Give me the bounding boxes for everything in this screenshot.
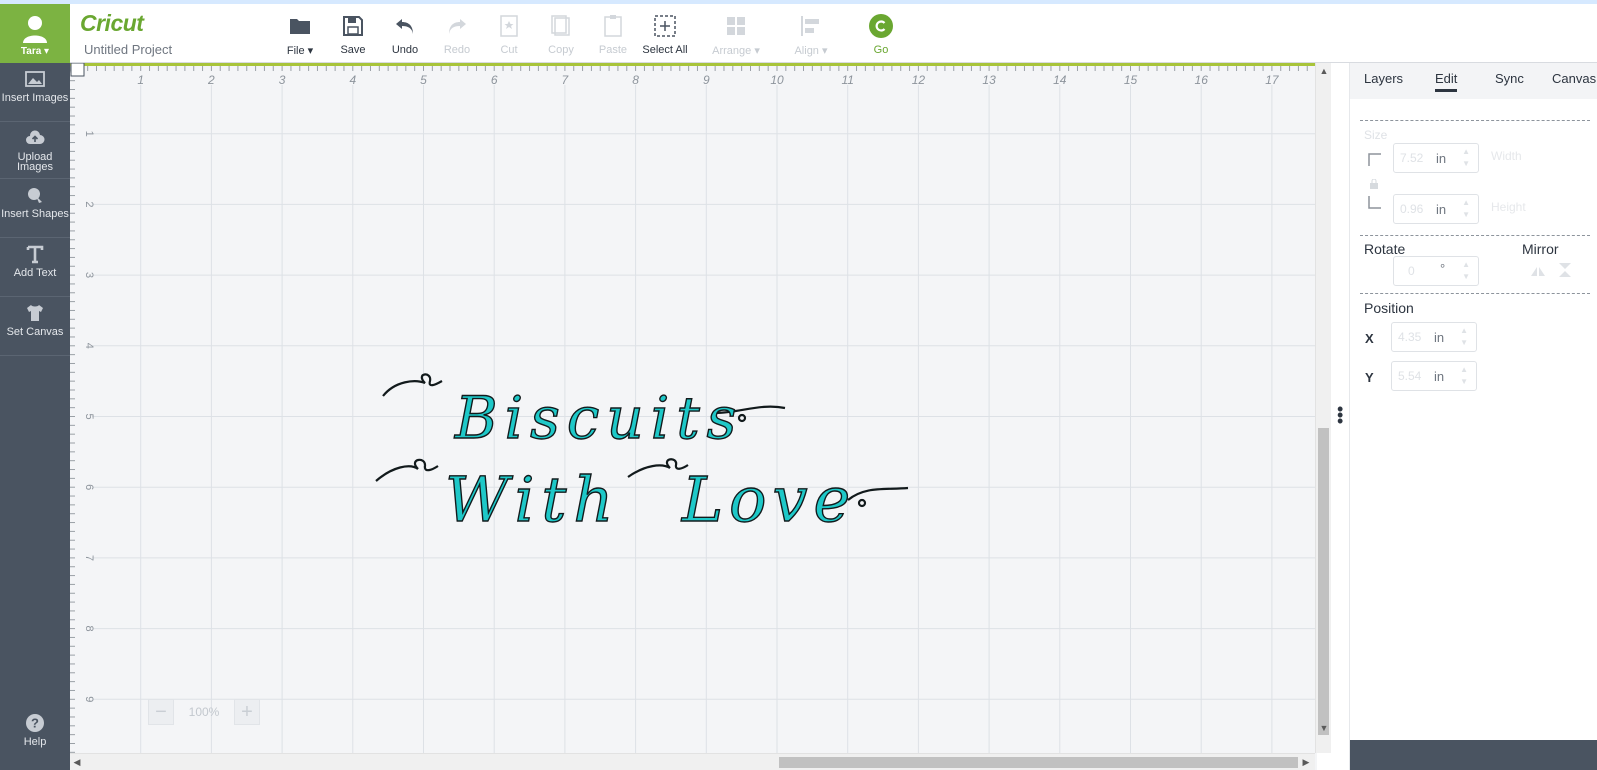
size-title: Size: [1364, 128, 1388, 142]
cricut-logo: Cricut: [80, 10, 144, 36]
design-line-2-word-2[interactable]: Love: [680, 462, 856, 536]
vertical-scrollbar[interactable]: ▲ ▼: [1315, 63, 1331, 753]
panel-resize-handle[interactable]: • • •: [1331, 63, 1349, 770]
zoom-control: − 100% +: [148, 699, 260, 725]
image-icon: [25, 71, 45, 87]
rotate-stepper[interactable]: ▲ ▼: [1462, 259, 1470, 283]
shapes-icon: [28, 188, 42, 203]
zoom-in-button[interactable]: +: [234, 699, 260, 725]
design-line-2-word-1[interactable]: With: [444, 462, 620, 536]
right-panel: Layers Edit Sync Canvas Size 7.52 in ▲ ▼ …: [1349, 63, 1597, 770]
tab-edit[interactable]: Edit: [1435, 71, 1458, 92]
x-stepper[interactable]: ▲ ▼: [1460, 325, 1468, 349]
flip-horizontal-icon[interactable]: [1530, 265, 1546, 277]
height-label: Height: [1491, 200, 1526, 214]
x-label: X: [1365, 331, 1374, 346]
y-stepper[interactable]: ▲ ▼: [1460, 364, 1468, 388]
more-vertical-icon[interactable]: • • •: [1337, 400, 1343, 430]
width-stepper[interactable]: ▲ ▼: [1462, 146, 1470, 170]
top-toolbar: Tara ▾ Cricut Untitled Project File ▾ Sa…: [0, 4, 1597, 63]
y-label: Y: [1365, 370, 1374, 385]
cut-icon: [500, 15, 518, 37]
help-button[interactable]: ? Help: [0, 707, 70, 752]
svg-text:?: ?: [31, 716, 39, 731]
tab-layers[interactable]: Layers: [1364, 71, 1403, 86]
text-icon: [26, 245, 44, 264]
user-name: Tara ▾: [20, 46, 50, 57]
select-all-button[interactable]: Select All: [633, 12, 697, 60]
cricut-design-space: Tara ▾ Cricut Untitled Project File ▾ Sa…: [0, 0, 1597, 770]
design-canvas[interactable]: 1 2 3 4 5 6 7 8 9 10 11 12 13 14 15 16 17 1 2 3 4 5 6 7 8 9 Biscu…: [70, 63, 1317, 770]
cricut-go-icon: [869, 14, 893, 38]
paste-icon: [604, 15, 622, 37]
scroll-left-icon[interactable]: ◀: [70, 755, 84, 769]
project-title[interactable]: Untitled Project: [84, 42, 172, 57]
redo-icon: [449, 19, 466, 34]
tab-canvas[interactable]: Canvas: [1552, 71, 1596, 86]
upload-images-button[interactable]: Upload Images: [0, 122, 70, 179]
lock-icon[interactable]: [1369, 179, 1379, 189]
panel-tabs: Layers Edit Sync Canvas: [1350, 63, 1597, 99]
arrange-button[interactable]: Arrange ▾: [704, 12, 768, 60]
divider: [1360, 120, 1590, 121]
flip-vertical-icon[interactable]: [1558, 262, 1572, 278]
design-line-1[interactable]: Biscuits: [453, 383, 743, 452]
add-text-button[interactable]: Add Text: [0, 238, 70, 297]
undo-icon: [396, 19, 413, 34]
user-avatar-icon: [23, 16, 47, 43]
mirror-title: Mirror: [1522, 241, 1559, 257]
divider: [1360, 235, 1590, 236]
rotate-field[interactable]: 0 ° ▲ ▼: [1393, 256, 1479, 286]
position-title: Position: [1364, 300, 1414, 316]
user-menu[interactable]: Tara ▾: [0, 4, 70, 63]
y-position-field[interactable]: 5.54 in ▲ ▼: [1391, 361, 1477, 391]
cloud-upload-icon: [26, 130, 45, 144]
scroll-up-icon[interactable]: ▲: [1317, 64, 1331, 78]
set-canvas-button[interactable]: Set Canvas: [0, 297, 70, 356]
save-icon: [343, 16, 363, 36]
divider: [1360, 293, 1590, 294]
align-icon: [801, 16, 819, 36]
help-icon: ?: [26, 714, 44, 732]
insert-images-button[interactable]: Insert Images: [0, 63, 70, 122]
design-text-layer[interactable]: Biscuits With Love: [70, 63, 1315, 753]
tab-sync[interactable]: Sync: [1495, 71, 1524, 86]
rotate-title: Rotate: [1364, 241, 1406, 257]
horizontal-scrollbar[interactable]: ◀ ▶: [70, 753, 1315, 770]
height-stepper[interactable]: ▲ ▼: [1462, 197, 1470, 221]
zoom-level: 100%: [188, 705, 220, 719]
insert-shapes-button[interactable]: Insert Shapes: [0, 179, 70, 238]
go-button[interactable]: Go: [849, 12, 913, 60]
tshirt-icon: [27, 305, 43, 321]
vertical-scroll-thumb[interactable]: [1318, 428, 1329, 735]
width-field[interactable]: 7.52 in ▲ ▼: [1393, 143, 1479, 173]
size-corner-bottom-icon: [1368, 196, 1381, 209]
select-all-icon: [654, 15, 676, 37]
panel-footer: [1350, 740, 1597, 770]
x-position-field[interactable]: 4.35 in ▲ ▼: [1391, 322, 1477, 352]
width-label: Width: [1491, 149, 1522, 163]
copy-icon: [551, 15, 570, 36]
folder-icon: [290, 19, 310, 34]
scroll-right-icon[interactable]: ▶: [1299, 755, 1313, 769]
size-corner-top-icon: [1368, 153, 1381, 166]
left-sidebar: Insert Images Upload Images Insert Shape…: [0, 63, 70, 770]
height-field[interactable]: 0.96 in ▲ ▼: [1393, 194, 1479, 224]
scroll-down-icon[interactable]: ▼: [1317, 721, 1331, 735]
horizontal-scroll-thumb[interactable]: [779, 757, 1298, 768]
zoom-out-button[interactable]: −: [148, 699, 174, 725]
align-button[interactable]: Align ▾: [779, 12, 843, 60]
arrange-icon: [727, 17, 745, 35]
